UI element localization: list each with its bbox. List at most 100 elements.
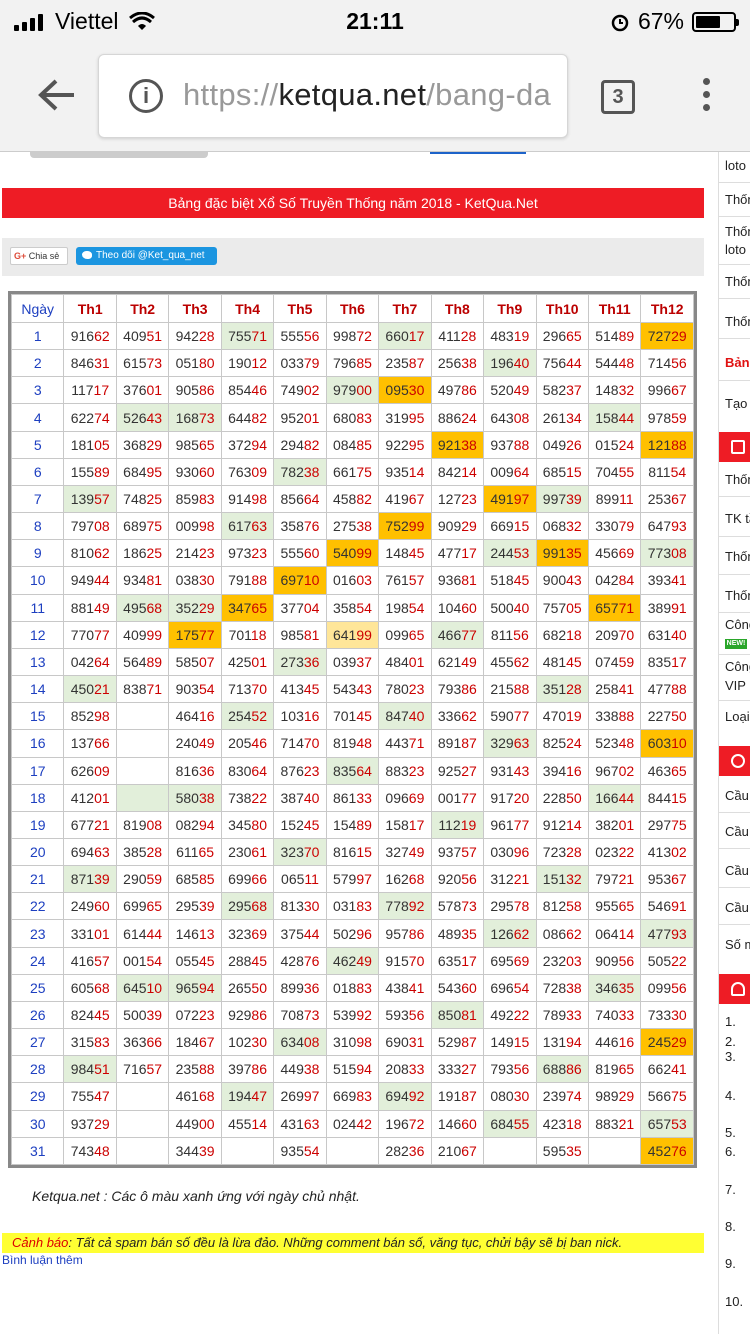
day-cell: 17 [10,756,65,785]
result-cell: 43841 [378,973,432,1002]
result-cell: 08662 [535,919,589,948]
result-cell: 19012 [220,349,275,378]
sidebar-item[interactable]: Cầu [725,863,749,878]
result-cell: 48935 [430,919,485,948]
sidebar-item[interactable]: loto [725,158,746,173]
result-cell: 23587 [378,349,432,378]
sidebar-item[interactable]: loto [725,242,746,257]
sidebar-item[interactable]: Bảng [725,355,750,370]
result-cell: 93060 [168,457,222,486]
sidebar-item[interactable]: Số m [725,937,750,952]
result-cell: 70118 [220,620,275,649]
result-cell: 32369 [220,919,275,948]
sidebar-list-item[interactable]: 5. [725,1125,736,1140]
sidebar-list-item[interactable]: 3. [725,1049,736,1064]
result-cell: 04264 [63,647,117,677]
table-row: 17 62609 81636 83064 87623 83564 88323 92527 931… [10,756,694,785]
sidebar-item[interactable]: Thốn [725,314,750,329]
sidebar-item[interactable]: VIP [725,678,746,693]
sidebar-list-item[interactable]: 7. [725,1182,736,1197]
result-cell: 79188 [220,566,275,595]
sidebar-list-item[interactable]: 8. [725,1219,736,1234]
result-cell: 62609 [63,756,117,785]
result-cell: 47717 [430,539,485,568]
sidebar-item[interactable]: Cầu [725,788,749,803]
chart-icon [731,440,745,454]
sidebar-list-item[interactable]: 1. [725,1014,736,1029]
sidebar-item[interactable]: Thốn [725,224,750,239]
result-cell: 05545 [168,946,222,975]
result-cell: 74348 [63,1136,117,1166]
result-cell: 63140 [640,620,694,649]
result-cell: 45669 [587,539,642,568]
table-row: 6 15589 68495 93060 76309 78238 66175 93514 8421… [10,457,694,486]
result-cell: 67721 [63,810,117,839]
sidebar-item[interactable]: Tạo [725,396,747,411]
sidebar-list-item[interactable]: 9. [725,1256,736,1271]
result-cell: 38991 [640,593,694,622]
result-cell: 08030 [483,1082,537,1111]
result-cell: 42318 [535,1109,589,1138]
sidebar-item[interactable]: Thốn [725,549,750,564]
sidebar-list-item[interactable]: 10. [725,1294,743,1309]
sidebar-list-item[interactable]: 2. [725,1034,736,1049]
result-cell: 29568 [220,892,275,921]
result-cell: 13957 [63,484,117,514]
result-cell: 41201 [63,783,117,812]
result-cell: 01524 [587,430,642,459]
result-cell: 71657 [115,1055,170,1084]
sidebar-item[interactable]: Loại [725,709,750,724]
result-cell: 38740 [273,783,327,812]
twitter-follow-button[interactable]: Theo dõi @Ket_qua_net [76,247,217,265]
google-share-button[interactable]: G+ Chia sẻ [10,247,68,265]
result-cell: 98565 [168,430,222,459]
result-cell: 81156 [483,620,537,649]
sidebar-item[interactable]: Thốn [725,588,750,603]
search-icon [731,754,745,768]
more-comments-link[interactable]: Bình luận thêm [2,1253,83,1267]
sidebar-item[interactable]: Thốn [725,472,750,487]
result-cell: 83517 [640,647,694,677]
sidebar-item[interactable]: Công [725,659,750,674]
result-cell: 44616 [587,1028,642,1057]
address-bar[interactable]: i https://ketqua.net/bang-da [98,54,568,138]
result-cell: 51845 [483,566,537,595]
overflow-menu-icon[interactable] [700,78,712,118]
day-cell: 27 [10,1028,65,1057]
tab-count-button[interactable]: 3 [601,80,635,114]
result-cell: 75705 [535,593,589,622]
result-cell: 42501 [220,647,275,677]
result-cell: 43163 [273,1109,327,1138]
sidebar-item[interactable]: Cầu [725,824,749,839]
result-cell: 85081 [430,1000,485,1030]
result-cell: 92527 [430,756,485,785]
result-cell: 45514 [220,1109,275,1138]
result-cell: 64482 [220,403,275,432]
result-cell: 31583 [63,1028,117,1057]
url-text[interactable]: https://ketqua.net/bang-da [183,77,551,113]
result-cell: 22850 [535,783,589,812]
info-icon[interactable]: i [129,79,163,113]
result-cell: 76309 [220,457,275,486]
sidebar-list-item[interactable]: 6. [725,1144,736,1159]
sidebar-item[interactable]: Thốn [725,192,750,207]
result-cell: 56675 [640,1082,694,1111]
result-cell: 54448 [587,349,642,378]
sidebar-list-item[interactable]: 4. [725,1088,736,1103]
table-row: 26 82445 50039 07223 92986 70873 53992 59356 850… [10,1000,694,1030]
status-bar: Viettel 21:11 67% [0,0,750,40]
result-cell: 16268 [378,865,432,894]
sidebar-item[interactable]: Cầu [725,900,749,915]
result-cell: 78023 [378,675,432,704]
sidebar-item[interactable]: Thốn [725,274,750,289]
result-cell: 06414 [587,919,642,948]
result-cell: 83871 [115,675,170,704]
result-cell [115,729,170,758]
sidebar-item[interactable]: TK tầ [725,511,750,526]
sidebar-item[interactable]: Công [725,617,750,632]
result-cell [115,783,170,812]
result-cell: 74902 [273,376,327,405]
back-arrow-icon[interactable] [36,78,76,112]
result-cell: 87623 [273,756,327,785]
result-cell: 57873 [430,892,485,921]
